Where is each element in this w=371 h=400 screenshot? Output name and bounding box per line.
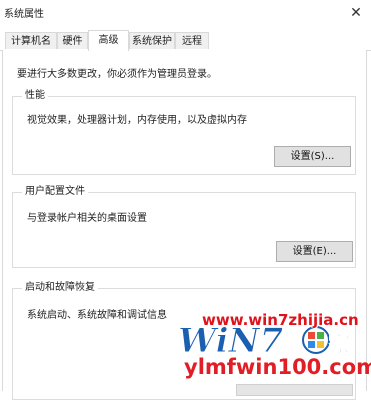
startup-recovery-settings-button[interactable] [236,384,353,396]
tab-strip: 计算机名 硬件 高级 系统保护 远程 [0,30,371,51]
watermark-bottom: ylmfwin100.com [184,355,371,379]
user-profiles-group-title: 用户配置文件 [22,186,88,198]
user-profiles-settings-button[interactable]: 设置(E)... [276,241,353,262]
tab-remote[interactable]: 远程 [175,32,209,49]
admin-notice: 要进行大多数更改，你必须作为管理员登录。 [17,69,217,80]
tab-advanced[interactable]: 高级 [88,30,129,51]
title-bar: 系统属性 ✕ [0,0,371,26]
watermark-site: www.win7zhijia.cn [202,311,359,329]
tab-computer-name[interactable]: 计算机名 [5,32,57,49]
performance-description: 视觉效果，处理器计划，内存使用，以及虚拟内存 [27,115,247,126]
startup-recovery-group-title: 启动和故障恢复 [22,282,98,294]
startup-recovery-description: 系统启动、系统故障和调试信息 [27,310,167,321]
user-profiles-description: 与登录帐户相关的桌面设置 [27,213,147,224]
tab-hardware[interactable]: 硬件 [57,32,88,49]
tab-system-protection[interactable]: 系统保护 [129,32,175,49]
close-icon[interactable]: ✕ [341,0,371,26]
user-profiles-group: 用户配置文件 与登录帐户相关的桌面设置 设置(E)... [12,186,356,268]
performance-group: 性能 视觉效果，处理器计划，内存使用，以及虚拟内存 设置(S)... [12,90,356,175]
window-title: 系统属性 [4,9,44,20]
performance-group-title: 性能 [22,90,48,102]
performance-settings-button[interactable]: 设置(S)... [274,146,351,167]
